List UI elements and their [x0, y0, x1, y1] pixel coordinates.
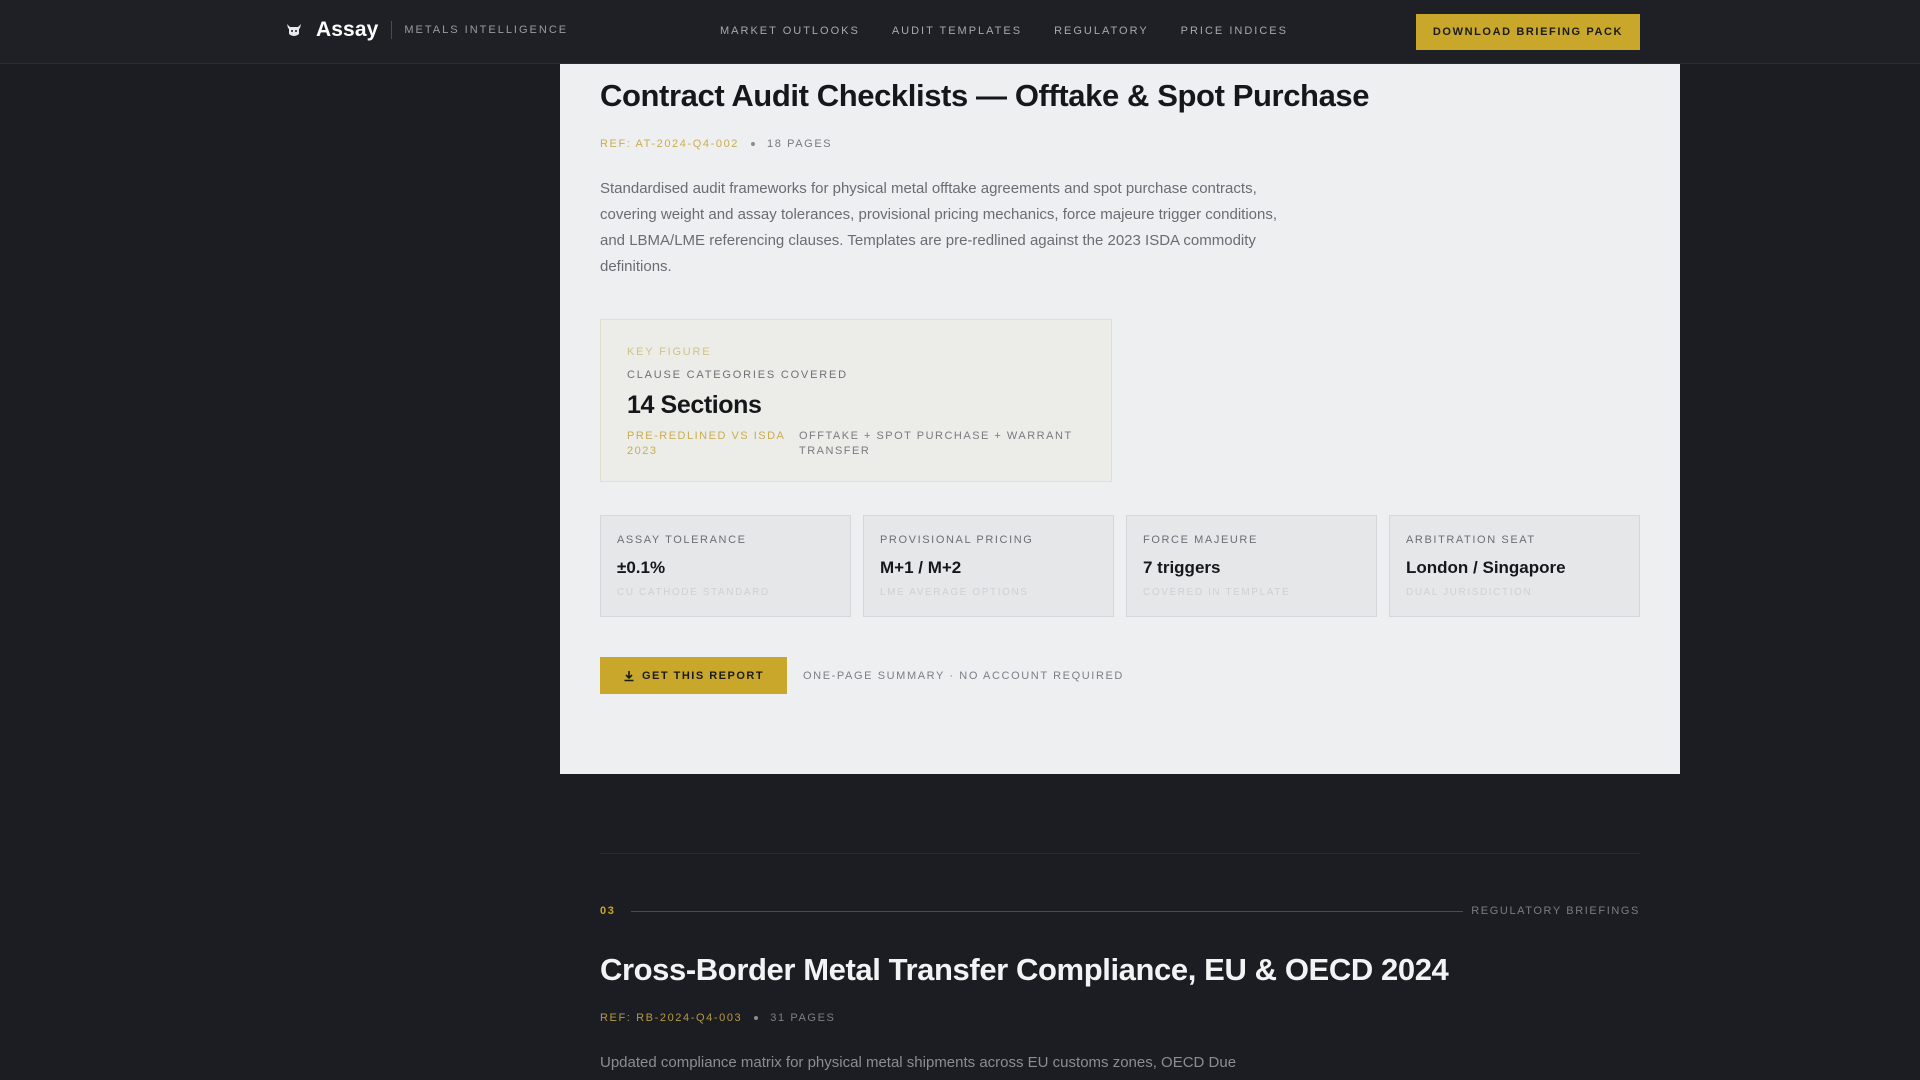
stat-card-force-majeure: FORCE MAJEURE 7 triggers COVERED IN TEMP…	[1126, 515, 1377, 617]
stat-value: M+1 / M+2	[880, 558, 962, 577]
next-report-ref: REF: RB-2024-Q4-003	[600, 1012, 743, 1024]
download-icon	[623, 670, 635, 682]
brand-name: Assay	[316, 18, 379, 41]
report-title: Contract Audit Checklists — Offtake & Sp…	[600, 78, 1370, 113]
key-figure-card: KEY FIGURE CLAUSE CATEGORIES COVERED 14 …	[600, 319, 1112, 482]
stat-note: LME AVERAGE OPTIONS	[880, 587, 1029, 598]
stat-note: CU CATHODE STANDARD	[617, 587, 770, 598]
nav-market-outlooks[interactable]: MARKET OUTLOOKS	[720, 25, 860, 37]
section-divider	[600, 853, 1640, 854]
key-figure-subtitle: CLAUSE CATEGORIES COVERED	[627, 369, 848, 381]
report-pages: 18 PAGES	[767, 138, 833, 150]
bull-logo-icon	[284, 20, 304, 40]
meta-separator-dot	[754, 1016, 759, 1020]
section-rule	[631, 911, 1463, 912]
stat-note: COVERED IN TEMPLATE	[1143, 587, 1291, 598]
nav-audit-templates[interactable]: AUDIT TEMPLATES	[892, 25, 1022, 37]
stat-label: PROVISIONAL PRICING	[880, 534, 1034, 546]
brand[interactable]: Assay METALS INTELLIGENCE	[284, 18, 568, 42]
stat-value: 7 triggers	[1143, 558, 1221, 577]
get-this-report-label: GET THIS REPORT	[641, 669, 765, 682]
report-description: Standardised audit frameworks for physic…	[600, 180, 1278, 275]
get-this-report-button[interactable]: GET THIS REPORT	[600, 657, 787, 694]
section-number: 03	[600, 905, 616, 917]
section-category: REGULATORY BRIEFINGS	[1471, 905, 1640, 917]
key-figure-label: KEY FIGURE	[627, 346, 712, 358]
stat-label: ARBITRATION SEAT	[1406, 534, 1536, 546]
brand-tagline: METALS INTELLIGENCE	[404, 24, 569, 36]
next-report-pages: 31 PAGES	[770, 1012, 836, 1024]
stat-note: DUAL JURISDICTION	[1406, 587, 1533, 598]
next-report-meta: REF: RB-2024-Q4-003 31 PAGES	[600, 1012, 835, 1024]
next-report-title: Cross-Border Metal Transfer Compliance, …	[600, 952, 1449, 987]
report-ref: REF: AT-2024-Q4-002	[600, 138, 740, 150]
stat-value: ±0.1%	[617, 558, 666, 577]
download-briefing-pack-button[interactable]: DOWNLOAD BRIEFING PACK	[1416, 14, 1640, 50]
report-meta: REF: AT-2024-Q4-002 18 PAGES	[600, 138, 832, 150]
meta-separator-dot	[751, 142, 756, 146]
stat-value: London / Singapore	[1406, 558, 1566, 577]
brand-divider	[391, 21, 393, 39]
stat-card-assay-tolerance: ASSAY TOLERANCE ±0.1% CU CATHODE STANDAR…	[600, 515, 851, 617]
key-figure-note-right: OFFTAKE + SPOT PURCHASE + WARRANT TRANSF…	[799, 430, 1073, 457]
nav-regulatory[interactable]: REGULATORY	[1054, 25, 1149, 37]
stat-card-provisional-pricing: PROVISIONAL PRICING M+1 / M+2 LME AVERAG…	[863, 515, 1114, 617]
next-report-description: Updated compliance matrix for physical m…	[600, 1054, 1237, 1071]
key-figure-note-left: PRE-REDLINED VS ISDA 2023	[627, 430, 785, 457]
top-navigation-bar: Assay METALS INTELLIGENCE MARKET OUTLOOK…	[0, 0, 1920, 64]
stat-card-arbitration-seat: ARBITRATION SEAT London / Singapore DUAL…	[1389, 515, 1640, 617]
stat-label: FORCE MAJEURE	[1143, 534, 1258, 546]
nav-price-indices[interactable]: PRICE INDICES	[1181, 25, 1288, 37]
main-nav: MARKET OUTLOOKS AUDIT TEMPLATES REGULATO…	[720, 25, 1320, 37]
report-cta-note: ONE-PAGE SUMMARY · NO ACCOUNT REQUIRED	[803, 670, 1124, 682]
stat-label: ASSAY TOLERANCE	[617, 534, 747, 546]
key-figure-value: 14 Sections	[627, 391, 762, 419]
